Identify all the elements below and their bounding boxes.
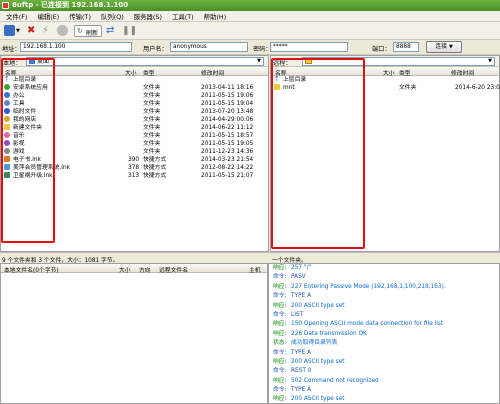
log-line: 命令: TYPE A [273, 349, 312, 356]
menu-file[interactable]: 文件(F) [6, 12, 27, 21]
log-line: 响应: 226 Data transmission OK [273, 330, 367, 337]
local-pane: 本地： 桌面 ▼ 名称 大小 类型 修改时间 ↑ 上层目录 安卓系统应用 文件夹 20… [0, 55, 269, 252]
log-line: 命令: LIST [273, 311, 304, 318]
transfer-queue: 本地文件名(0个字节) 大小 方向 远程文件名 主机 [0, 263, 268, 404]
stop-icon[interactable] [57, 25, 68, 36]
highlight-box [1, 58, 55, 243]
menu-queue[interactable]: 队列(Q) [101, 12, 124, 21]
password-input[interactable]: ***** [270, 42, 348, 52]
window-title: 8uftp - 已连接到 192.168.1.100 [12, 1, 129, 9]
pause-icon[interactable]: ❚❚ [122, 25, 137, 37]
sync-icon[interactable]: ⇄ [106, 25, 114, 37]
dropdown-arrow-icon[interactable]: ▼ [16, 28, 20, 40]
log-line: 响应: 200 ASCII type set [273, 302, 345, 309]
col-size[interactable]: 大小 [119, 265, 131, 274]
connection-bar: 地址： 192.168.1.100 用户名： anonymous 密码： ***… [0, 40, 500, 55]
address-input[interactable]: 192.168.1.100 [20, 42, 132, 52]
log-line: 命令: TYPE A [273, 293, 312, 300]
log-line: 响应: 502 Command not recognized [273, 377, 379, 384]
username-input[interactable]: anonymous [170, 42, 248, 52]
log-line: 响应: 200 ASCII type set [273, 358, 345, 365]
toolbar: ▼ ✖ ⚡ ↻ 刷新 ⇄ ❚❚ [0, 22, 500, 40]
flash-icon[interactable]: ⚡ [42, 25, 49, 37]
chevron-down-icon[interactable]: ▼ [257, 58, 261, 65]
site-manager-icon[interactable] [4, 25, 15, 36]
status-bar: 9 个文件夹和 3 个文件，大小：1081 字节。 一个文件夹。 [0, 252, 500, 264]
highlight-box [271, 58, 365, 249]
menu-bar: 文件(F) 编辑(E) 传输(T) 队列(Q) 服务器(S) 工具(T) 帮助(… [0, 11, 500, 22]
app-icon [2, 2, 9, 9]
refresh-button[interactable]: ↻ 刷新 [74, 25, 102, 37]
menu-transfer[interactable]: 传输(T) [69, 12, 91, 21]
queue-header: 本地文件名(0个字节) 大小 方向 远程文件名 主机 [1, 264, 267, 274]
chevron-down-icon[interactable]: ▼ [488, 58, 492, 65]
connect-label: 连接 [435, 43, 448, 50]
log-line: 命令: REST 0 [273, 368, 312, 375]
menu-help[interactable]: 帮助(H) [204, 12, 227, 21]
menu-server[interactable]: 服务器(S) [134, 12, 162, 21]
log-line: 响应: 227 Entering Passive Mode (192,168,1,… [273, 283, 446, 290]
connect-button[interactable]: 连接 ▼ [426, 41, 462, 53]
log-panel: 响应: 257 "/" 命令: PASV 响应: 227 Entering Passi… [268, 263, 500, 404]
log-line: 状态: 成功取得目录列表 [273, 340, 338, 347]
menu-edit[interactable]: 编辑(E) [37, 12, 59, 21]
log-line: 响应: 150 Opening ASCII mode data connectio… [273, 321, 444, 328]
port-input[interactable]: 8888 [393, 42, 419, 52]
title-bar: 8uftp - 已连接到 192.168.1.100 [0, 0, 500, 11]
log-line: 响应: 200 ASCII type set [273, 396, 345, 403]
refresh-icon: ↻ [77, 27, 83, 35]
menu-tools[interactable]: 工具(T) [172, 12, 194, 21]
password-label: 密码： [253, 46, 272, 53]
col-local-file[interactable]: 本地文件名(0个字节) [4, 265, 59, 274]
connect-dropdown-icon[interactable]: ▼ [449, 44, 453, 50]
col-host[interactable]: 主机 [249, 265, 261, 274]
port-label: 端口： [372, 46, 391, 53]
disconnect-icon[interactable]: ✖ [27, 25, 35, 37]
remote-pane: 远程： ▼ 名称 大小 类型 修改时间 ↑ 上层目录 mnt 文件夹 2014-6-2… [270, 55, 500, 252]
col-direction[interactable]: 方向 [139, 265, 151, 274]
col-remote-file[interactable]: 远程文件名 [159, 265, 188, 274]
username-label: 用户名： [143, 46, 168, 53]
log-line: 响应: 257 "/" [273, 265, 312, 271]
log-line: 命令: PASV [273, 274, 306, 281]
refresh-label: 刷新 [86, 30, 99, 37]
log-line: 命令: TYPE A [273, 387, 312, 394]
address-label: 地址： [2, 46, 21, 53]
local-path-select[interactable]: 桌面 ▼ [26, 57, 264, 66]
